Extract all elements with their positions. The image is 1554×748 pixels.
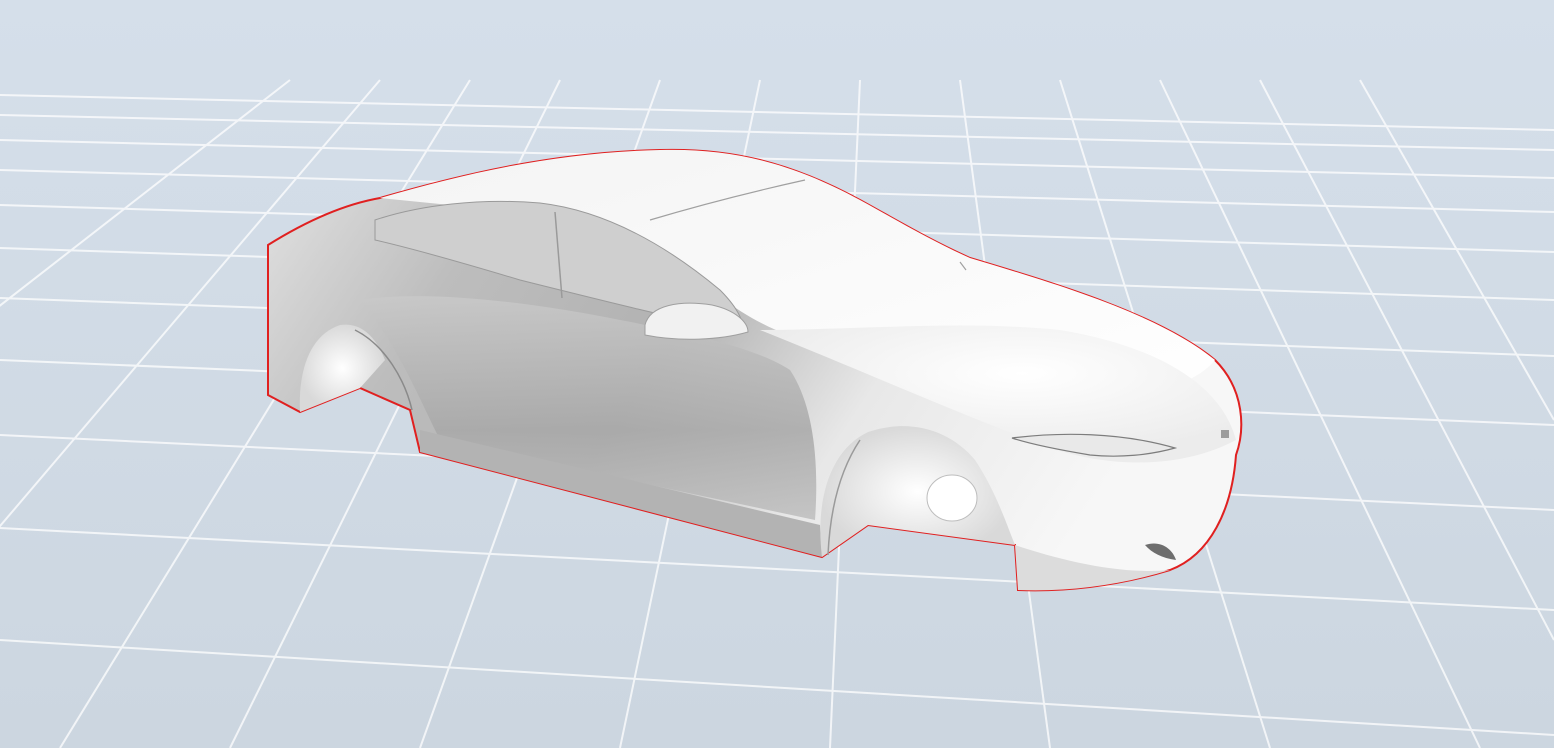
car-model[interactable] <box>267 148 1243 592</box>
wheel-hub-icon <box>926 474 978 522</box>
scene-canvas[interactable] <box>0 0 1554 748</box>
badge-icon <box>1221 430 1229 438</box>
3d-viewport[interactable] <box>0 0 1554 748</box>
